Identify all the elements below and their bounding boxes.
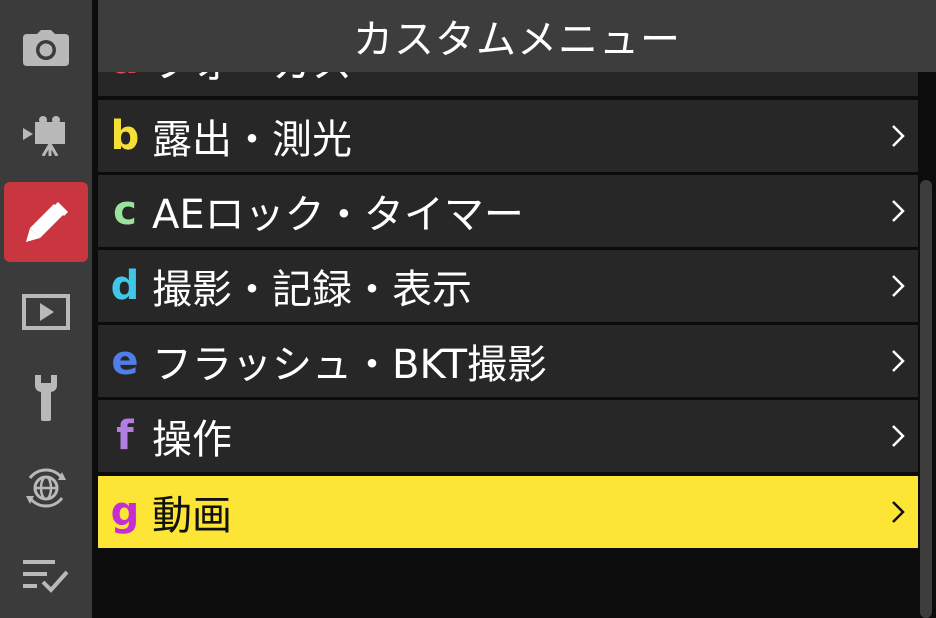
menu-item-b[interactable]: b 露出・測光 bbox=[98, 100, 918, 172]
chevron-right-icon bbox=[878, 273, 918, 299]
menu-item-d[interactable]: d 撮影・記録・表示 bbox=[98, 250, 918, 322]
chevron-right-icon bbox=[878, 348, 918, 374]
chevron-right-icon bbox=[878, 499, 918, 525]
custom-menu-list: a フォーカス b 露出・測光 c AEロック・タイマー d 撮影・記録・表示 … bbox=[98, 72, 918, 618]
menu-item-letter: e bbox=[111, 338, 139, 384]
menu-item-letter: f bbox=[116, 413, 134, 459]
playback-icon bbox=[22, 294, 70, 330]
page-title-text: カスタムメニュー bbox=[353, 17, 681, 63]
menu-item-f[interactable]: f 操作 bbox=[98, 400, 918, 472]
tab-setup[interactable] bbox=[4, 358, 88, 438]
page-title: カスタムメニュー bbox=[98, 0, 936, 72]
menu-item-a[interactable]: a フォーカス bbox=[98, 72, 918, 96]
camera-icon bbox=[23, 30, 69, 66]
menu-item-letter: d bbox=[110, 263, 140, 309]
tab-my-menu[interactable] bbox=[4, 536, 88, 616]
menu-item-g[interactable]: g 動画 bbox=[98, 476, 918, 548]
menu-item-label: フラッシュ・BKT撮影 bbox=[152, 342, 547, 388]
menu-item-label: 動画 bbox=[152, 493, 232, 539]
network-globe-icon bbox=[26, 468, 66, 508]
pencil-icon bbox=[26, 202, 68, 242]
menu-item-label: フォーカス bbox=[152, 72, 878, 89]
my-menu-check-icon bbox=[23, 560, 69, 593]
scrollbar[interactable] bbox=[920, 180, 932, 618]
menu-item-letter: g bbox=[110, 489, 140, 535]
tab-network[interactable] bbox=[4, 448, 88, 528]
chevron-right-icon bbox=[878, 198, 918, 224]
chevron-right-icon bbox=[878, 72, 918, 73]
menu-item-label: AEロック・タイマー bbox=[152, 192, 524, 238]
video-camera-icon bbox=[23, 116, 65, 156]
menu-item-label: 露出・測光 bbox=[152, 117, 352, 163]
chevron-right-icon bbox=[878, 423, 918, 449]
scrollbar-thumb[interactable] bbox=[920, 180, 932, 618]
menu-item-e[interactable]: e フラッシュ・BKT撮影 bbox=[98, 325, 918, 397]
menu-item-letter: b bbox=[110, 113, 140, 159]
tab-custom-settings[interactable] bbox=[4, 182, 88, 262]
wrench-icon bbox=[35, 375, 57, 421]
tab-photo-shooting[interactable] bbox=[4, 8, 88, 88]
tab-playback[interactable] bbox=[4, 272, 88, 352]
menu-item-c[interactable]: c AEロック・タイマー bbox=[98, 175, 918, 247]
menu-tab-rail bbox=[0, 0, 92, 618]
chevron-right-icon bbox=[878, 123, 918, 149]
menu-item-label: 撮影・記録・表示 bbox=[152, 267, 472, 313]
menu-item-letter: a bbox=[98, 72, 152, 83]
menu-item-label: 操作 bbox=[152, 417, 232, 463]
tab-movie-shooting[interactable] bbox=[4, 96, 88, 176]
menu-item-letter: c bbox=[113, 188, 137, 234]
